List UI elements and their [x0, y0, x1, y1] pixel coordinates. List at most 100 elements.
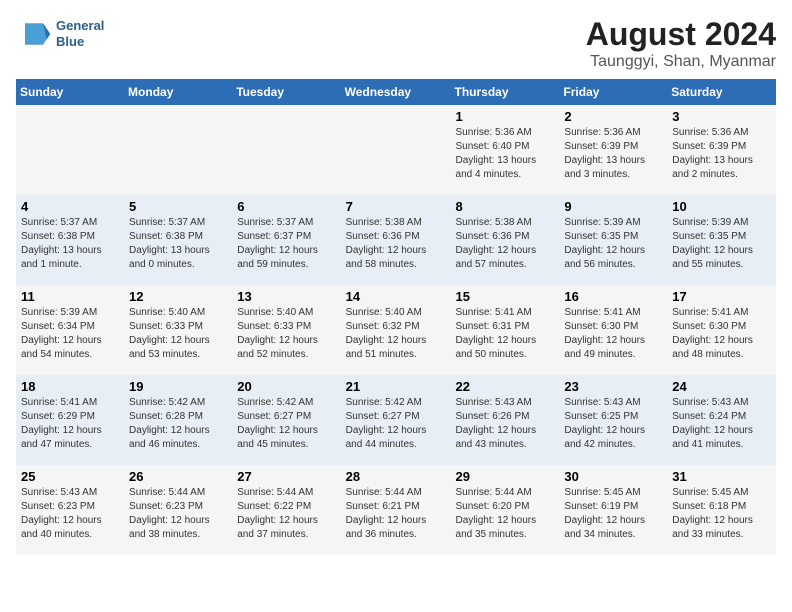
calendar-table: SundayMondayTuesdayWednesdayThursdayFrid… — [16, 79, 776, 555]
day-number: 18 — [21, 379, 119, 394]
logo-line1: General — [56, 18, 104, 34]
day-number: 15 — [456, 289, 555, 304]
header-cell-thursday: Thursday — [451, 79, 560, 105]
header-cell-monday: Monday — [124, 79, 232, 105]
day-number: 17 — [672, 289, 771, 304]
day-cell: 31Sunrise: 5:45 AM Sunset: 6:18 PM Dayli… — [667, 465, 776, 555]
title-area: August 2024 Taunggyi, Shan, Myanmar — [586, 16, 776, 71]
day-info: Sunrise: 5:38 AM Sunset: 6:36 PM Dayligh… — [346, 216, 446, 272]
day-cell: 18Sunrise: 5:41 AM Sunset: 6:29 PM Dayli… — [16, 375, 124, 465]
day-cell: 16 Sunrise: 5:41 AM Sunset: 6:30 PM Dayli… — [559, 285, 667, 375]
day-cell: 19 Sunrise: 5:42 AM Sunset: 6:28 PM Dayli… — [124, 375, 232, 465]
day-info: Sunrise: 5:44 AM Sunset: 6:22 PM Dayligh… — [237, 486, 335, 542]
day-number: 1 — [456, 109, 555, 124]
day-info: Sunrise: 5:36 AM Sunset: 6:40 PM Dayligh… — [456, 126, 555, 182]
day-cell: 28Sunrise: 5:44 AM Sunset: 6:21 PM Dayli… — [341, 465, 451, 555]
day-number: 2 — [564, 109, 662, 124]
logo-icon — [16, 16, 52, 52]
day-cell: 9 Sunrise: 5:39 AM Sunset: 6:35 PM Daylig… — [559, 195, 667, 285]
day-info: Sunrise: 5:43 AM Sunset: 6:25 PM Dayligh… — [564, 396, 662, 452]
day-cell: 10 Sunrise: 5:39 AM Sunset: 6:35 PM Dayli… — [667, 195, 776, 285]
day-info: Sunrise: 5:37 AM Sunset: 6:38 PM Dayligh… — [21, 216, 119, 272]
day-cell — [124, 105, 232, 195]
day-number: 26 — [129, 469, 227, 484]
week-row-2: 4 Sunrise: 5:37 AM Sunset: 6:38 PM Daylig… — [16, 195, 776, 285]
day-cell — [232, 105, 340, 195]
day-info: Sunrise: 5:41 AM Sunset: 6:30 PM Dayligh… — [672, 306, 771, 362]
day-number: 24 — [672, 379, 771, 394]
day-cell: 5Sunrise: 5:37 AM Sunset: 6:38 PM Daylig… — [124, 195, 232, 285]
day-number: 10 — [672, 199, 771, 214]
day-info: Sunrise: 5:42 AM Sunset: 6:27 PM Dayligh… — [237, 396, 335, 452]
day-info: Sunrise: 5:40 AM Sunset: 6:33 PM Dayligh… — [237, 306, 335, 362]
day-info: Sunrise: 5:39 AM Sunset: 6:35 PM Dayligh… — [564, 216, 662, 272]
day-info: Sunrise: 5:45 AM Sunset: 6:19 PM Dayligh… — [564, 486, 662, 542]
day-info: Sunrise: 5:43 AM Sunset: 6:24 PM Dayligh… — [672, 396, 771, 452]
day-info: Sunrise: 5:36 AM Sunset: 6:39 PM Dayligh… — [564, 126, 662, 182]
day-number: 25 — [21, 469, 119, 484]
logo-line2: Blue — [56, 34, 104, 50]
day-number: 20 — [237, 379, 335, 394]
day-info: Sunrise: 5:42 AM Sunset: 6:28 PM Dayligh… — [129, 396, 227, 452]
day-number: 6 — [237, 199, 335, 214]
day-cell: 25 Sunrise: 5:43 AM Sunset: 6:23 PM Dayli… — [16, 465, 124, 555]
day-cell: 4 Sunrise: 5:37 AM Sunset: 6:38 PM Daylig… — [16, 195, 124, 285]
day-cell — [341, 105, 451, 195]
day-info: Sunrise: 5:43 AM Sunset: 6:26 PM Dayligh… — [456, 396, 555, 452]
day-info: Sunrise: 5:41 AM Sunset: 6:31 PM Dayligh… — [456, 306, 555, 362]
header-row: SundayMondayTuesdayWednesdayThursdayFrid… — [16, 79, 776, 105]
day-info: Sunrise: 5:39 AM Sunset: 6:35 PM Dayligh… — [672, 216, 771, 272]
day-cell: 2 Sunrise: 5:36 AM Sunset: 6:39 PM Daylig… — [559, 105, 667, 195]
day-cell: 15 Sunrise: 5:41 AM Sunset: 6:31 PM Dayli… — [451, 285, 560, 375]
day-cell: 3 Sunrise: 5:36 AM Sunset: 6:39 PM Daylig… — [667, 105, 776, 195]
day-number: 16 — [564, 289, 662, 304]
header-cell-tuesday: Tuesday — [232, 79, 340, 105]
day-cell: 1 Sunrise: 5:36 AM Sunset: 6:40 PM Daylig… — [451, 105, 560, 195]
day-cell: 11Sunrise: 5:39 AM Sunset: 6:34 PM Dayli… — [16, 285, 124, 375]
day-number: 14 — [346, 289, 446, 304]
day-cell: 27 Sunrise: 5:44 AM Sunset: 6:22 PM Dayli… — [232, 465, 340, 555]
day-cell: 8Sunrise: 5:38 AM Sunset: 6:36 PM Daylig… — [451, 195, 560, 285]
day-cell: 13 Sunrise: 5:40 AM Sunset: 6:33 PM Dayli… — [232, 285, 340, 375]
day-number: 21 — [346, 379, 446, 394]
day-cell: 23Sunrise: 5:43 AM Sunset: 6:25 PM Dayli… — [559, 375, 667, 465]
logo: General Blue — [16, 16, 104, 52]
subtitle: Taunggyi, Shan, Myanmar — [586, 53, 776, 71]
day-number: 3 — [672, 109, 771, 124]
day-cell: 29 Sunrise: 5:44 AM Sunset: 6:20 PM Dayli… — [451, 465, 560, 555]
day-number: 27 — [237, 469, 335, 484]
day-number: 8 — [456, 199, 555, 214]
header-cell-sunday: Sunday — [16, 79, 124, 105]
day-number: 7 — [346, 199, 446, 214]
day-number: 29 — [456, 469, 555, 484]
day-info: Sunrise: 5:40 AM Sunset: 6:32 PM Dayligh… — [346, 306, 446, 362]
day-number: 31 — [672, 469, 771, 484]
week-row-4: 18Sunrise: 5:41 AM Sunset: 6:29 PM Dayli… — [16, 375, 776, 465]
day-number: 22 — [456, 379, 555, 394]
day-number: 19 — [129, 379, 227, 394]
day-info: Sunrise: 5:43 AM Sunset: 6:23 PM Dayligh… — [21, 486, 119, 542]
day-number: 12 — [129, 289, 227, 304]
day-number: 13 — [237, 289, 335, 304]
day-info: Sunrise: 5:44 AM Sunset: 6:21 PM Dayligh… — [346, 486, 446, 542]
day-number: 30 — [564, 469, 662, 484]
calendar-header: SundayMondayTuesdayWednesdayThursdayFrid… — [16, 79, 776, 105]
logo-text: General Blue — [56, 18, 104, 49]
week-row-5: 25 Sunrise: 5:43 AM Sunset: 6:23 PM Dayli… — [16, 465, 776, 555]
day-info: Sunrise: 5:44 AM Sunset: 6:20 PM Dayligh… — [456, 486, 555, 542]
day-info: Sunrise: 5:36 AM Sunset: 6:39 PM Dayligh… — [672, 126, 771, 182]
day-cell: 17 Sunrise: 5:41 AM Sunset: 6:30 PM Dayli… — [667, 285, 776, 375]
day-number: 9 — [564, 199, 662, 214]
day-cell: 22 Sunrise: 5:43 AM Sunset: 6:26 PM Dayli… — [451, 375, 560, 465]
header-cell-saturday: Saturday — [667, 79, 776, 105]
day-cell: 6Sunrise: 5:37 AM Sunset: 6:37 PM Daylig… — [232, 195, 340, 285]
day-cell — [16, 105, 124, 195]
day-number: 4 — [21, 199, 119, 214]
calendar-body: 1 Sunrise: 5:36 AM Sunset: 6:40 PM Daylig… — [16, 105, 776, 555]
day-cell: 21Sunrise: 5:42 AM Sunset: 6:27 PM Dayli… — [341, 375, 451, 465]
day-cell: 7 Sunrise: 5:38 AM Sunset: 6:36 PM Daylig… — [341, 195, 451, 285]
day-cell: 24 Sunrise: 5:43 AM Sunset: 6:24 PM Dayli… — [667, 375, 776, 465]
day-cell: 26Sunrise: 5:44 AM Sunset: 6:23 PM Dayli… — [124, 465, 232, 555]
day-number: 11 — [21, 289, 119, 304]
day-info: Sunrise: 5:41 AM Sunset: 6:30 PM Dayligh… — [564, 306, 662, 362]
